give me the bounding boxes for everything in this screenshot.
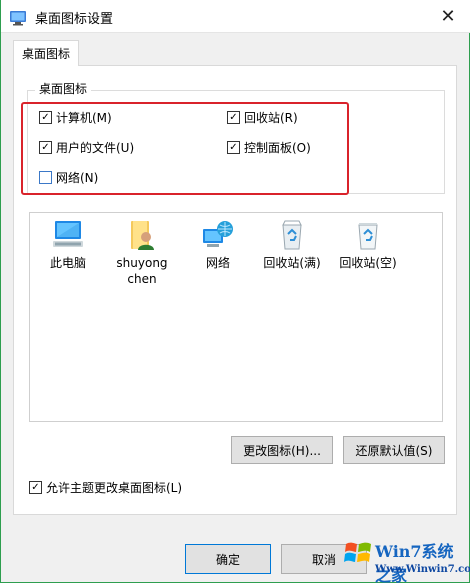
window-title: 桌面图标设置 (35, 12, 114, 27)
checkbox-recycle-bin[interactable]: ✓ 回收站(R) (227, 109, 298, 126)
checkbox-label: 控制面板(O) (244, 141, 311, 155)
list-item-this-pc[interactable]: 此电脑 (36, 219, 100, 271)
network-icon (203, 221, 233, 247)
icon-label: 此电脑 (49, 256, 86, 270)
list-item-network[interactable]: 网络 (186, 219, 250, 271)
close-button[interactable]: ✕ (425, 0, 470, 32)
checkbox-control-panel[interactable]: ✓ 控制面板(O) (227, 139, 311, 156)
list-item-recycle-bin-empty[interactable]: 回收站(空) (336, 219, 400, 271)
dialog-window: 桌面图标设置 ✕ 桌面图标 桌面图标 ✓ 计算机(M) ✓ 回收站(R) ✓ 用… (0, 0, 470, 583)
checkbox-user-files[interactable]: ✓ 用户的文件(U) (39, 139, 134, 156)
icon-list[interactable]: 此电脑 shuyong chen 网络 回收站(满) 回收站(空) (29, 212, 443, 422)
checkbox-label: 计算机(M) (56, 111, 112, 125)
recycle-bin-empty-icon (358, 223, 378, 250)
restore-default-button[interactable]: 还原默认值(S) (343, 436, 445, 464)
checkbox-label: 用户的文件(U) (56, 141, 135, 155)
list-item-user-folder[interactable]: shuyong chen (110, 219, 174, 287)
checkbox-box[interactable] (39, 171, 52, 184)
tab-label: 桌面图标 (21, 47, 70, 61)
app-icon (10, 11, 26, 26)
checkbox-label: 回收站(R) (244, 111, 298, 125)
checkbox-label: 网络(N) (56, 171, 99, 185)
recycle-bin-full-icon (282, 220, 302, 250)
button-label: 更改图标(H)... (243, 443, 321, 458)
checkbox-label: 允许主题更改桌面图标(L) (46, 481, 183, 495)
checkbox-network[interactable]: 网络(N) (39, 169, 98, 186)
checkbox-computer[interactable]: ✓ 计算机(M) (39, 109, 112, 126)
group-legend: 桌面图标 (35, 80, 92, 97)
ok-button[interactable]: 确定 (185, 544, 271, 574)
title-bar[interactable]: 桌面图标设置 ✕ (1, 0, 470, 33)
icon-label: shuyong chen (116, 256, 168, 286)
checkbox-allow-theme[interactable]: ✓ 允许主题更改桌面图标(L) (29, 479, 182, 496)
windows-logo-icon (344, 542, 371, 562)
tab-desktop-icons[interactable]: 桌面图标 (13, 40, 79, 66)
checkbox-box[interactable]: ✓ (227, 141, 240, 154)
change-icon-button[interactable]: 更改图标(H)... (231, 436, 333, 464)
button-label: 确定 (215, 552, 240, 567)
site-watermark: Win7系统之家 Www.Winwin7.com (269, 532, 470, 583)
computer-icon (53, 221, 83, 247)
list-item-recycle-bin-full[interactable]: 回收站(满) (260, 219, 324, 271)
icon-label: 回收站(满) (263, 256, 321, 270)
checkbox-box[interactable]: ✓ (39, 141, 52, 154)
checkbox-box[interactable]: ✓ (39, 111, 52, 124)
checkbox-box[interactable]: ✓ (29, 481, 42, 494)
close-icon: ✕ (440, 5, 456, 27)
checkbox-box[interactable]: ✓ (227, 111, 240, 124)
user-folder-icon (131, 221, 154, 250)
icon-label: 网络 (205, 256, 230, 270)
button-label: 还原默认值(S) (355, 443, 433, 458)
watermark-brand: Win7系统之家 (375, 542, 454, 583)
icon-label: 回收站(空) (339, 256, 397, 270)
watermark-url: Www.Winwin7.com (375, 564, 470, 575)
